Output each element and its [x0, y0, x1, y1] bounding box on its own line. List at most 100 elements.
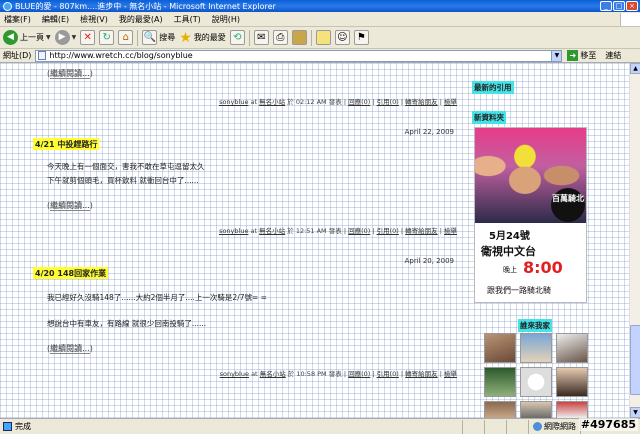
post-time: 02:12 AM: [295, 98, 327, 106]
recent-trackbacks-heading: 最新的引用: [472, 81, 514, 94]
menu-help[interactable]: 說明(H): [212, 14, 240, 25]
author-link[interactable]: sonyblue: [219, 227, 248, 235]
banner-badge: 百萬騎北: [551, 188, 585, 222]
history-icon[interactable]: ⟲: [229, 30, 245, 45]
search-label: 搜尋: [159, 33, 176, 42]
recommend-link[interactable]: 轉寄給朋友: [405, 227, 438, 235]
banner-channel: 衛視中文台: [481, 245, 536, 258]
search-button[interactable]: 🔍 搜尋: [142, 29, 175, 47]
mail-icon[interactable]: ✉: [253, 30, 269, 45]
post-body-line: 我已經好久沒騎148了......大約2個半月了....上一次騎是2/7號= =: [47, 293, 267, 302]
read-more-link[interactable]: (繼續閱讀...): [47, 200, 93, 211]
address-dropdown-icon[interactable]: ▼: [551, 50, 562, 61]
favorites-button[interactable]: ★ 我的最愛: [179, 29, 226, 47]
post-body-line: 想說台中有車友，有路線 就很少回南投騎了......: [47, 319, 207, 328]
avatar[interactable]: [484, 367, 516, 397]
site-link[interactable]: 無名小站: [259, 227, 285, 235]
banner-date: 5月24號: [489, 231, 530, 242]
reply-link[interactable]: 回應(0): [348, 227, 370, 235]
page-icon: [38, 51, 47, 60]
status-bar: 完成 網際網路: [0, 418, 640, 434]
scroll-thumb[interactable]: [630, 325, 640, 395]
menu-favorites[interactable]: 我的最愛(A): [119, 14, 163, 25]
image-watermark: #497685: [578, 418, 638, 431]
report-link[interactable]: 檢舉: [444, 98, 457, 106]
recommend-link[interactable]: 轉寄給朋友: [405, 370, 438, 378]
page-done-icon: [3, 422, 12, 431]
menu-view[interactable]: 檢視(V): [80, 14, 108, 25]
minimize-button[interactable]: _: [600, 1, 612, 11]
scroll-down-icon[interactable]: ▼: [630, 407, 640, 418]
post-footer: sonyblue at 無名小站 於 02:12 AM 發表 | 回應(0) |…: [219, 98, 457, 106]
avatar[interactable]: [520, 401, 552, 418]
banner-slogan: 跟我們一路騎北騎: [487, 286, 551, 295]
reply-link[interactable]: 回應(0): [348, 370, 370, 378]
stop-icon[interactable]: ✕: [80, 30, 96, 45]
read-more-link[interactable]: (繼續閱讀...): [47, 68, 93, 79]
scroll-up-icon[interactable]: ▲: [630, 63, 640, 74]
menu-file[interactable]: 檔案(F): [4, 14, 31, 25]
avatar[interactable]: [556, 401, 588, 418]
research-icon[interactable]: ⚑: [353, 30, 369, 45]
search-icon: 🔍: [142, 30, 158, 45]
avatar[interactable]: [556, 367, 588, 397]
site-link[interactable]: 無名小站: [260, 370, 286, 378]
maximize-button[interactable]: □: [613, 1, 625, 11]
read-more-link[interactable]: (繼續閱讀...): [47, 343, 93, 354]
post-body-line: 今天晚上有一個面交，害我不敢在草屯逗留太久: [47, 162, 205, 171]
avatar[interactable]: [520, 333, 552, 363]
forward-button[interactable]: ▶ ▼: [54, 29, 77, 47]
post-footer: sonyblue at 無名小站 於 10:58 PM 發表 | 回應(0) |…: [219, 370, 457, 378]
report-link[interactable]: 檢舉: [444, 227, 457, 235]
avatar[interactable]: [556, 333, 588, 363]
recommend-link[interactable]: 轉寄給朋友: [405, 98, 438, 106]
address-url[interactable]: http://www.wretch.cc/blog/sonyblue: [49, 51, 192, 60]
refresh-icon[interactable]: ↻: [99, 30, 115, 45]
forward-dropdown-icon[interactable]: ▼: [72, 34, 77, 41]
post-footer: sonyblue at 無名小站 於 12:51 AM 發表 | 回應(0) |…: [219, 227, 457, 235]
go-button[interactable]: ➜ 移至: [567, 50, 596, 61]
zone-label: 網際網路: [544, 422, 576, 431]
post-date: April 22, 2009: [404, 128, 454, 136]
avatar[interactable]: [484, 333, 516, 363]
vertical-scrollbar[interactable]: ▲ ▼: [629, 63, 640, 418]
go-label: 移至: [580, 51, 597, 60]
address-input[interactable]: http://www.wretch.cc/blog/sonyblue ▼: [35, 49, 563, 62]
menu-edit[interactable]: 編輯(E): [42, 14, 69, 25]
trackback-link[interactable]: 引用(0): [377, 227, 399, 235]
back-dropdown-icon[interactable]: ▼: [46, 34, 51, 41]
trackback-link[interactable]: 引用(0): [377, 370, 399, 378]
menu-bar: 檔案(F) 編輯(E) 檢視(V) 我的最愛(A) 工具(T) 說明(H): [0, 12, 640, 27]
back-button[interactable]: ◀ 上一頁 ▼: [3, 29, 51, 47]
site-link[interactable]: 無名小站: [259, 98, 285, 106]
window-title: BLUE的愛 - 807km....進步中 - 無名小站 - Microsoft…: [15, 1, 276, 11]
ie-logo-icon: [3, 1, 12, 11]
trackback-link[interactable]: 引用(0): [377, 98, 399, 106]
avatar[interactable]: [520, 367, 552, 397]
author-link[interactable]: sonyblue: [219, 98, 248, 106]
post-title[interactable]: 4/21 中投趕路行: [33, 138, 100, 150]
report-link[interactable]: 檢舉: [444, 370, 457, 378]
close-button[interactable]: ×: [626, 1, 638, 11]
home-icon[interactable]: ⌂: [118, 30, 134, 45]
star-icon: ★: [179, 29, 192, 46]
edit-icon[interactable]: [291, 30, 307, 45]
post-title[interactable]: 4/20 148回家作業: [33, 267, 109, 279]
address-bar: 網址(D) http://www.wretch.cc/blog/sonyblue…: [0, 49, 640, 63]
post-time: 10:58 PM: [296, 370, 327, 378]
menu-tools[interactable]: 工具(T): [174, 14, 201, 25]
messenger-icon[interactable]: ☺: [334, 30, 350, 45]
address-label: 網址(D): [3, 51, 32, 60]
reply-link[interactable]: 回應(0): [348, 98, 370, 106]
notes-icon[interactable]: [315, 30, 331, 45]
author-link[interactable]: sonyblue: [220, 370, 249, 378]
status-text: 完成: [15, 422, 31, 431]
internet-globe-icon: [533, 422, 542, 431]
back-label: 上一頁: [20, 33, 44, 42]
print-icon[interactable]: ⎙: [272, 30, 288, 45]
banner-time: 8:00: [523, 258, 563, 277]
visitors-heading: 誰來我家: [518, 319, 552, 332]
links-label[interactable]: 連結: [605, 50, 621, 61]
avatar[interactable]: [484, 401, 516, 418]
event-banner[interactable]: 百萬騎北 5月24號 衛視中文台 晚上 8:00 跟我們一路騎北騎: [474, 127, 587, 303]
